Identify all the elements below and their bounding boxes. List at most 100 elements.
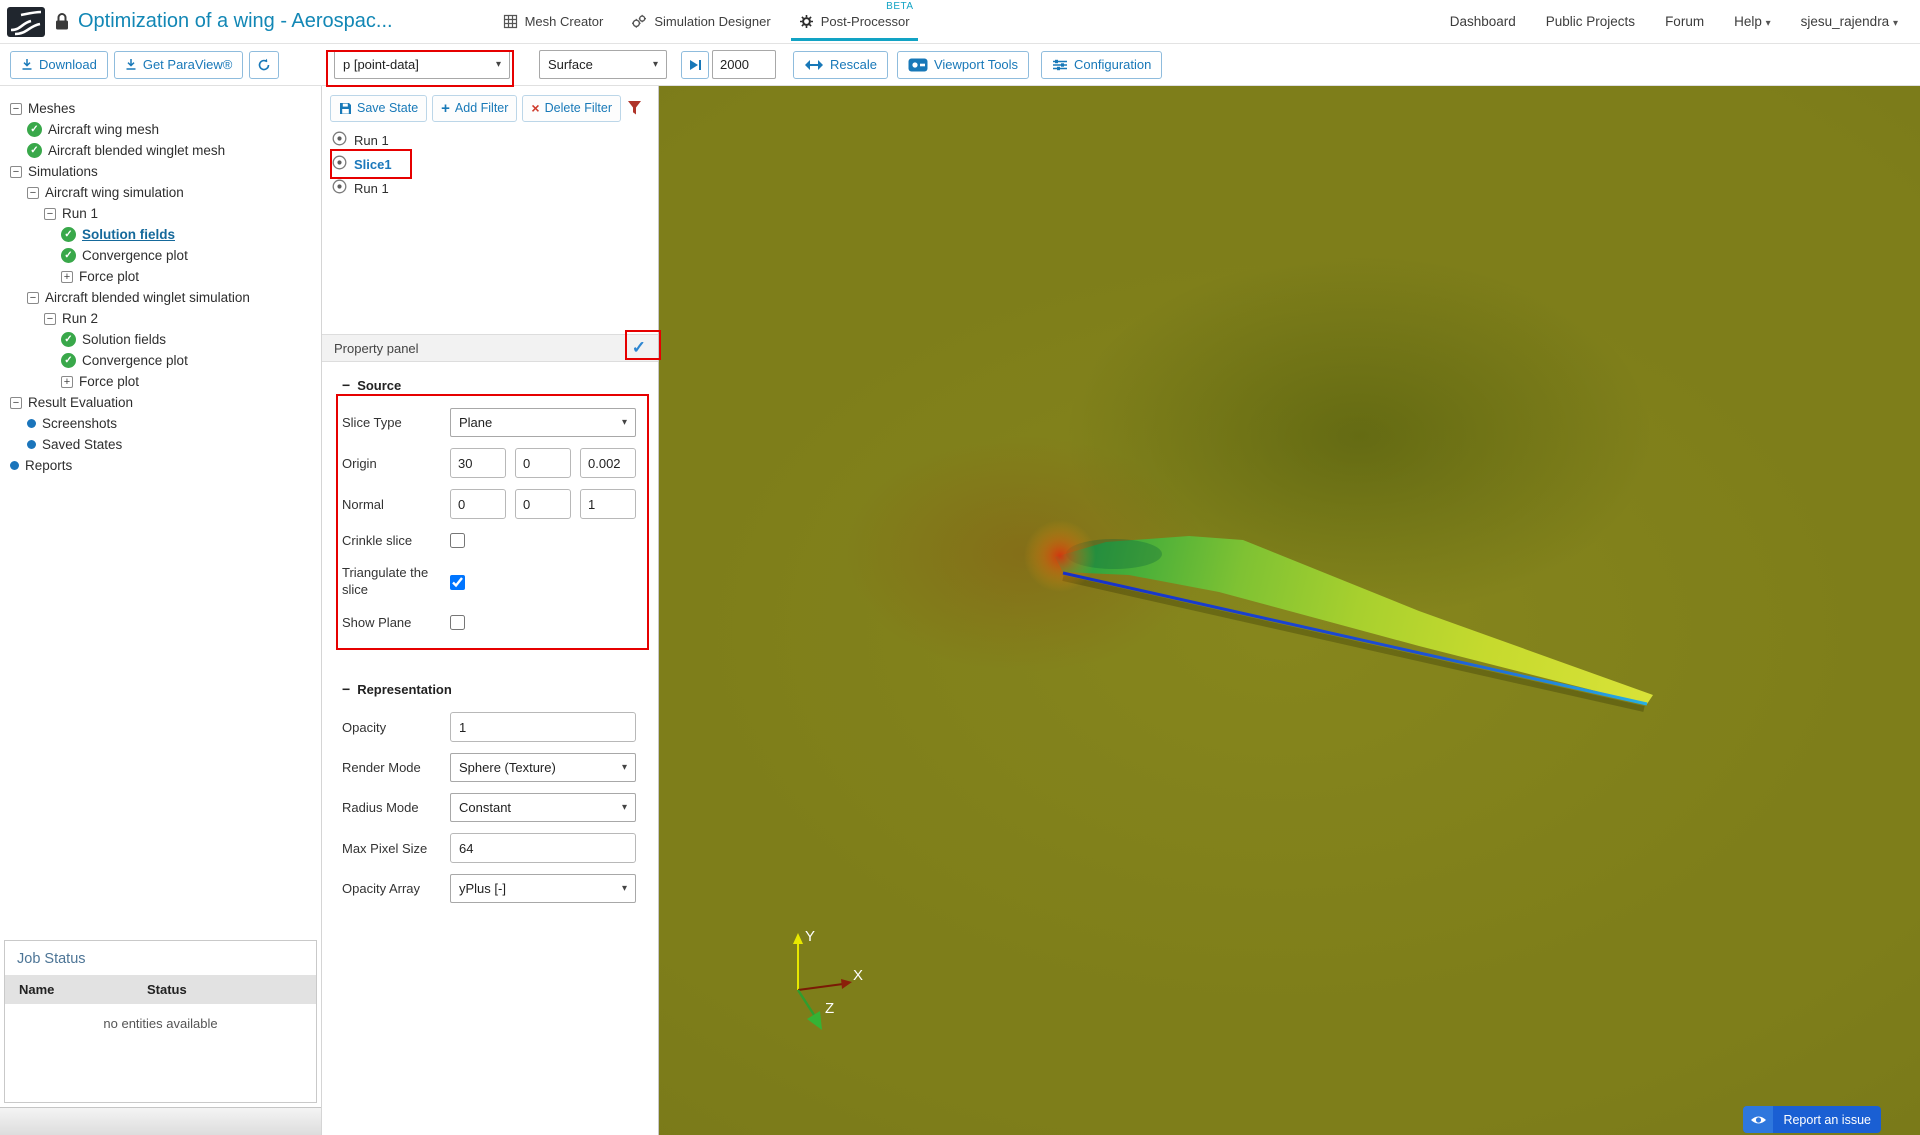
post-processor-icon	[799, 15, 813, 28]
tree-item-solution-fields[interactable]: ✓ Solution fields	[0, 224, 321, 245]
radius-mode-value: Constant	[459, 800, 512, 815]
orientation-axes: Y X Z	[793, 928, 863, 1030]
expand-icon[interactable]: +	[61, 375, 73, 388]
show-plane-checkbox[interactable]	[450, 614, 465, 630]
configuration-label: Configuration	[1074, 57, 1152, 72]
radius-mode-select[interactable]: Constant ▾	[450, 793, 636, 822]
y-axis-label: Y	[805, 928, 815, 945]
viewport-tools-label: Viewport Tools	[933, 57, 1019, 72]
tree-item-solution-fields[interactable]: ✓ Solution fields	[0, 329, 321, 350]
y-axis-arrowhead	[793, 933, 803, 944]
slice-type-value: Plane	[459, 415, 493, 430]
render-mode-select[interactable]: Sphere (Texture) ▾	[450, 753, 636, 782]
origin-z-input[interactable]	[580, 448, 636, 478]
tree-item-aircraft-wing-mesh[interactable]: ✓ Aircraft wing mesh	[0, 119, 321, 140]
tree-item-aircraft-blended-winglet-mesh[interactable]: ✓ Aircraft blended winglet mesh	[0, 140, 321, 161]
tab-simulation-designer[interactable]: Simulation Designer	[617, 0, 784, 44]
max-pixel-size-input[interactable]	[450, 833, 636, 863]
visibility-eye-icon[interactable]	[332, 179, 347, 197]
tab-mesh-creator[interactable]: Mesh Creator	[489, 0, 618, 44]
nav-forum[interactable]: Forum	[1665, 14, 1704, 29]
play-button[interactable]	[681, 50, 709, 79]
tree-item-simulations[interactable]: − Simulations	[0, 161, 321, 182]
normal-z-input[interactable]	[580, 489, 636, 519]
viewport-tools-button[interactable]: Viewport Tools	[896, 50, 1030, 79]
tree-item-force-plot[interactable]: + Force plot	[0, 371, 321, 392]
tree-item-convergence-plot[interactable]: ✓ Convergence plot	[0, 350, 321, 371]
apply-check-icon[interactable]: ✓	[632, 338, 646, 358]
report-issue-button[interactable]: Report an issue	[1743, 1106, 1881, 1133]
representation-section-header[interactable]: − Representation	[342, 678, 644, 700]
collapse-icon[interactable]: −	[27, 186, 39, 199]
pipeline-item-label: Slice1	[354, 156, 392, 172]
pipeline-item-run-1[interactable]: Run 1	[322, 128, 658, 152]
viewport-3d[interactable]: Y X Z Report an issue	[659, 86, 1920, 1135]
nav-user-menu[interactable]: sjesu_rajendra ▾	[1801, 14, 1898, 29]
tree-item-aircraft-wing-simulation[interactable]: − Aircraft wing simulation	[0, 182, 321, 203]
collapse-icon[interactable]: −	[44, 207, 56, 220]
nav-dashboard[interactable]: Dashboard	[1450, 14, 1516, 29]
tree-item-label: Solution fields	[82, 227, 175, 242]
add-filter-button[interactable]: + Add Filter	[432, 94, 518, 122]
add-filter-label: Add Filter	[454, 101, 509, 115]
save-state-button[interactable]: Save State	[330, 94, 428, 122]
configuration-icon	[1053, 59, 1068, 70]
origin-x-input[interactable]	[450, 448, 506, 478]
simscale-logo[interactable]	[6, 6, 46, 38]
delete-filter-button[interactable]: × Delete Filter	[522, 94, 621, 122]
visibility-eye-icon[interactable]	[332, 131, 347, 149]
normal-y-input[interactable]	[515, 489, 571, 519]
opacity-array-select[interactable]: yPlus [-] ▾	[450, 874, 636, 903]
nav-help[interactable]: Help ▾	[1734, 14, 1771, 29]
download-button[interactable]: Download	[10, 50, 108, 79]
tree-item-reports[interactable]: Reports	[0, 455, 321, 476]
chevron-down-icon: ▾	[495, 59, 501, 70]
normal-x-input[interactable]	[450, 489, 506, 519]
tree-item-saved-states[interactable]: Saved States	[0, 434, 321, 455]
opacity-label: Opacity	[342, 719, 387, 735]
frame-number-input[interactable]	[712, 50, 776, 79]
triangulate-slice-checkbox[interactable]	[450, 574, 465, 590]
tree-item-meshes[interactable]: − Meshes	[0, 98, 321, 119]
tree-item-label: Meshes	[28, 101, 76, 116]
tree-item-run-1[interactable]: − Run 1	[0, 203, 321, 224]
collapse-icon[interactable]: −	[10, 102, 22, 115]
tree-item-force-plot[interactable]: + Force plot	[0, 266, 321, 287]
crinkle-slice-checkbox[interactable]	[450, 532, 465, 548]
project-title[interactable]: Optimization of a wing - Aerospac...	[78, 10, 393, 33]
origin-y-input[interactable]	[515, 448, 571, 478]
collapse-icon[interactable]: −	[10, 396, 22, 409]
collapse-icon[interactable]: −	[44, 312, 56, 325]
collapse-icon[interactable]: −	[27, 291, 39, 304]
item-dot-icon	[27, 440, 36, 449]
chevron-down-icon: ▾	[1892, 18, 1898, 29]
rescale-button[interactable]: Rescale	[793, 50, 888, 79]
tree-item-aircraft-blended-winglet-simulation[interactable]: − Aircraft blended winglet simulation	[0, 287, 321, 308]
tree-item-screenshots[interactable]: Screenshots	[0, 413, 321, 434]
nav-public-projects[interactable]: Public Projects	[1546, 14, 1635, 29]
tab-post-processor[interactable]: BETA Post-Processor	[785, 0, 924, 44]
field-select[interactable]: p [point-data] ▾	[334, 50, 510, 79]
configuration-button[interactable]: Configuration	[1041, 50, 1163, 79]
display-mode-select[interactable]: Surface ▾	[539, 50, 667, 79]
delete-x-icon: ×	[531, 100, 540, 116]
tree-item-run-2[interactable]: − Run 2	[0, 308, 321, 329]
opacity-input[interactable]	[450, 712, 636, 742]
pipeline-item-run-1[interactable]: Run 1	[322, 176, 658, 200]
slice-type-select[interactable]: Plane ▾	[450, 408, 636, 437]
source-section: − Source Slice Type Plane ▾ Origin N	[322, 374, 658, 632]
refresh-button[interactable]	[249, 50, 280, 79]
tree-item-convergence-plot[interactable]: ✓ Convergence plot	[0, 245, 321, 266]
get-paraview-button[interactable]: Get ParaView®	[113, 50, 244, 79]
source-section-header[interactable]: − Source	[342, 374, 644, 396]
tree-item-label: Saved States	[42, 437, 123, 452]
collapse-icon[interactable]: −	[10, 165, 22, 178]
pipeline-item-slice1[interactable]: Slice1	[322, 152, 658, 176]
save-icon	[340, 102, 351, 114]
tree-item-result-evaluation[interactable]: − Result Evaluation	[0, 392, 321, 413]
tree-item-label: Run 1	[62, 206, 99, 221]
expand-icon[interactable]: +	[61, 270, 73, 283]
filter-funnel-icon[interactable]	[627, 100, 642, 116]
visibility-eye-icon[interactable]	[332, 155, 347, 173]
stagnation-red-spot	[1024, 520, 1096, 592]
